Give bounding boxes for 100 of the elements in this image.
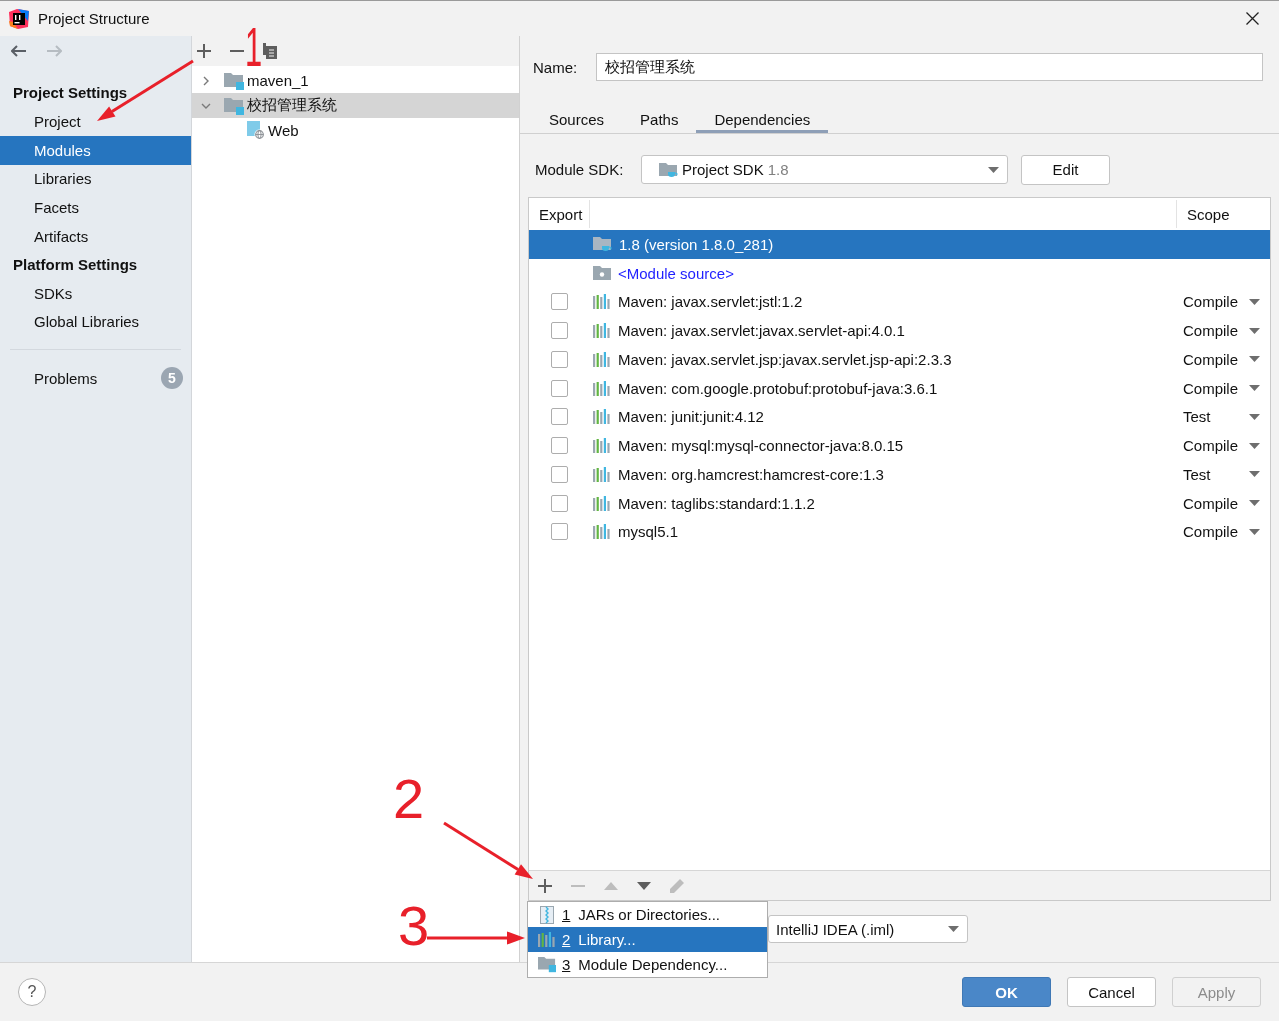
scope-dropdown[interactable]: Compile <box>1177 318 1270 343</box>
module-folder-icon <box>224 96 244 115</box>
web-page-icon <box>247 121 265 140</box>
chevron-icon[interactable] <box>201 75 211 86</box>
checkbox[interactable] <box>551 322 568 340</box>
dependency-row[interactable]: mysql5.1 Compile <box>529 517 1270 547</box>
sidebar-item[interactable]: Global Libraries <box>0 307 191 337</box>
dialog-button[interactable]: OK <box>962 977 1051 1007</box>
dependency-row[interactable]: Maven: taglibs:standard:1.1.2 Compile <box>529 488 1270 518</box>
annotation-number: 3 <box>398 898 430 954</box>
scope-dropdown[interactable]: Compile <box>1177 376 1270 401</box>
column-header: Scope <box>1186 204 1231 225</box>
dependency-name: Maven: javax.servlet.jsp:javax.servlet.jsp-api:2.3.3 <box>618 350 952 368</box>
dialog-button[interactable]: Cancel <box>1067 977 1156 1007</box>
arrow-right-icon <box>46 45 62 57</box>
menu-item[interactable]: 2 Library... <box>528 927 767 952</box>
sidebar-item[interactable]: Modules <box>0 135 191 165</box>
sidebar-item[interactable]: SDKs <box>0 278 191 308</box>
module-folder-icon <box>224 71 244 90</box>
library-icon <box>593 409 611 425</box>
dependency-name: Maven: javax.servlet:javax.servlet-api:4.0.1 <box>618 322 905 340</box>
library-icon <box>593 323 611 339</box>
checkbox[interactable] <box>551 465 568 483</box>
tree-item[interactable]: Web <box>192 118 519 143</box>
sdk-folder-icon <box>593 236 612 253</box>
section-heading: Platform Settings <box>12 254 139 275</box>
help-button[interactable]: ? <box>18 978 46 1006</box>
sidebar-item[interactable]: Libraries <box>0 164 191 194</box>
checkbox[interactable] <box>551 494 568 512</box>
dependency-row[interactable]: Maven: com.google.protobuf:protobuf-java:3.6.1 Compile <box>529 373 1270 403</box>
dependency-name: Maven: org.hamcrest:hamcrest-core:1.3 <box>618 465 884 483</box>
tab[interactable]: Paths <box>622 105 697 133</box>
library-icon <box>593 524 611 540</box>
dependency-row[interactable]: <Module source> <box>529 258 1270 288</box>
checkbox[interactable] <box>551 523 568 541</box>
checkbox[interactable] <box>551 379 568 397</box>
minus-icon <box>230 50 244 52</box>
copy-icon <box>263 43 277 59</box>
caret-down-icon <box>1249 500 1260 507</box>
jar-icon <box>540 905 554 924</box>
scope-dropdown[interactable]: Test <box>1177 404 1270 429</box>
checkbox[interactable] <box>551 437 568 455</box>
sidebar-item[interactable]: Project <box>0 107 191 136</box>
dependency-name: mysql5.1 <box>618 523 679 541</box>
caret-down-icon <box>1249 413 1260 420</box>
plus-icon <box>538 878 552 893</box>
library-icon <box>593 495 611 511</box>
sidebar-item[interactable]: Artifacts <box>0 222 191 251</box>
section-heading: Project Settings <box>12 83 129 103</box>
dependency-row[interactable]: Maven: javax.servlet:javax.servlet-api:4.0.1 Compile <box>529 316 1270 345</box>
menu-item[interactable]: 1 JARs or Directories... <box>528 902 767 927</box>
library-icon <box>593 294 611 310</box>
name-field[interactable]: 校招管理系统 <box>596 53 1263 81</box>
folder-icon <box>593 266 611 281</box>
dependency-row[interactable]: 1.8 (version 1.8.0_281) <box>529 230 1270 259</box>
triangle-up-icon <box>604 881 618 890</box>
checkbox[interactable] <box>551 293 568 311</box>
triangle-down-icon <box>637 881 651 890</box>
sidebar-item[interactable]: Problems 5 <box>0 364 191 393</box>
scope-dropdown[interactable]: Compile <box>1177 433 1270 458</box>
checkbox[interactable] <box>551 408 568 426</box>
edit-button[interactable]: Edit <box>1021 154 1110 185</box>
tree-item[interactable]: 校招管理系统 <box>192 93 519 118</box>
plus-icon <box>197 44 211 58</box>
window-title: Project Structure <box>38 10 150 27</box>
caret-down-icon <box>948 926 959 932</box>
module-source-link[interactable]: <Module source> <box>618 264 734 282</box>
dependency-row[interactable]: Maven: mysql:mysql-connector-java:8.0.15 Compile <box>529 431 1270 460</box>
dependency-name: Maven: junit:junit:4.12 <box>618 408 764 426</box>
library-icon <box>593 351 611 367</box>
caret-down-icon <box>1249 298 1260 305</box>
pencil-icon <box>669 877 685 894</box>
caret-down-icon <box>1249 442 1260 449</box>
dependency-name: Maven: taglibs:standard:1.1.2 <box>618 494 815 512</box>
dependency-row[interactable]: Maven: org.hamcrest:hamcrest-core:1.3 Test <box>529 460 1270 489</box>
tab[interactable]: Dependencies <box>696 105 829 133</box>
dependency-name: Maven: com.google.protobuf:protobuf-java:3.6.1 <box>618 379 938 397</box>
arrow-left-icon <box>11 45 27 57</box>
close-icon <box>1245 12 1259 25</box>
copy-button[interactable] <box>263 40 277 62</box>
scope-dropdown[interactable]: Compile <box>1177 289 1270 314</box>
scope-dropdown[interactable]: Compile <box>1177 519 1270 544</box>
sidebar-item[interactable]: Facets <box>0 193 191 222</box>
dependency-row[interactable]: Maven: javax.servlet.jsp:javax.servlet.jsp-api:2.3.3 Compile <box>529 345 1270 374</box>
tab[interactable]: Sources <box>531 105 623 133</box>
scope-dropdown[interactable]: Compile <box>1177 347 1270 372</box>
dependency-name: Maven: javax.servlet:jstl:1.2 <box>618 293 803 311</box>
field-label: Name: <box>533 58 579 76</box>
format-dropdown[interactable]: IntelliJ IDEA (.iml) <box>768 915 968 943</box>
scope-dropdown[interactable]: Compile <box>1177 491 1270 516</box>
caret-down-icon <box>1249 356 1260 363</box>
dependency-row[interactable]: Maven: javax.servlet:jstl:1.2 Compile <box>529 287 1270 317</box>
library-icon <box>538 932 556 947</box>
field-label: Module SDK: <box>535 161 625 178</box>
checkbox[interactable] <box>551 350 568 368</box>
library-icon <box>593 466 611 482</box>
dependency-row[interactable]: Maven: junit:junit:4.12 Test <box>529 402 1270 432</box>
scope-dropdown[interactable]: Test <box>1177 462 1270 487</box>
menu-item[interactable]: 3 Module Dependency... <box>528 952 767 977</box>
sdk-dropdown[interactable]: Project SDK 1.8 <box>641 155 1008 184</box>
